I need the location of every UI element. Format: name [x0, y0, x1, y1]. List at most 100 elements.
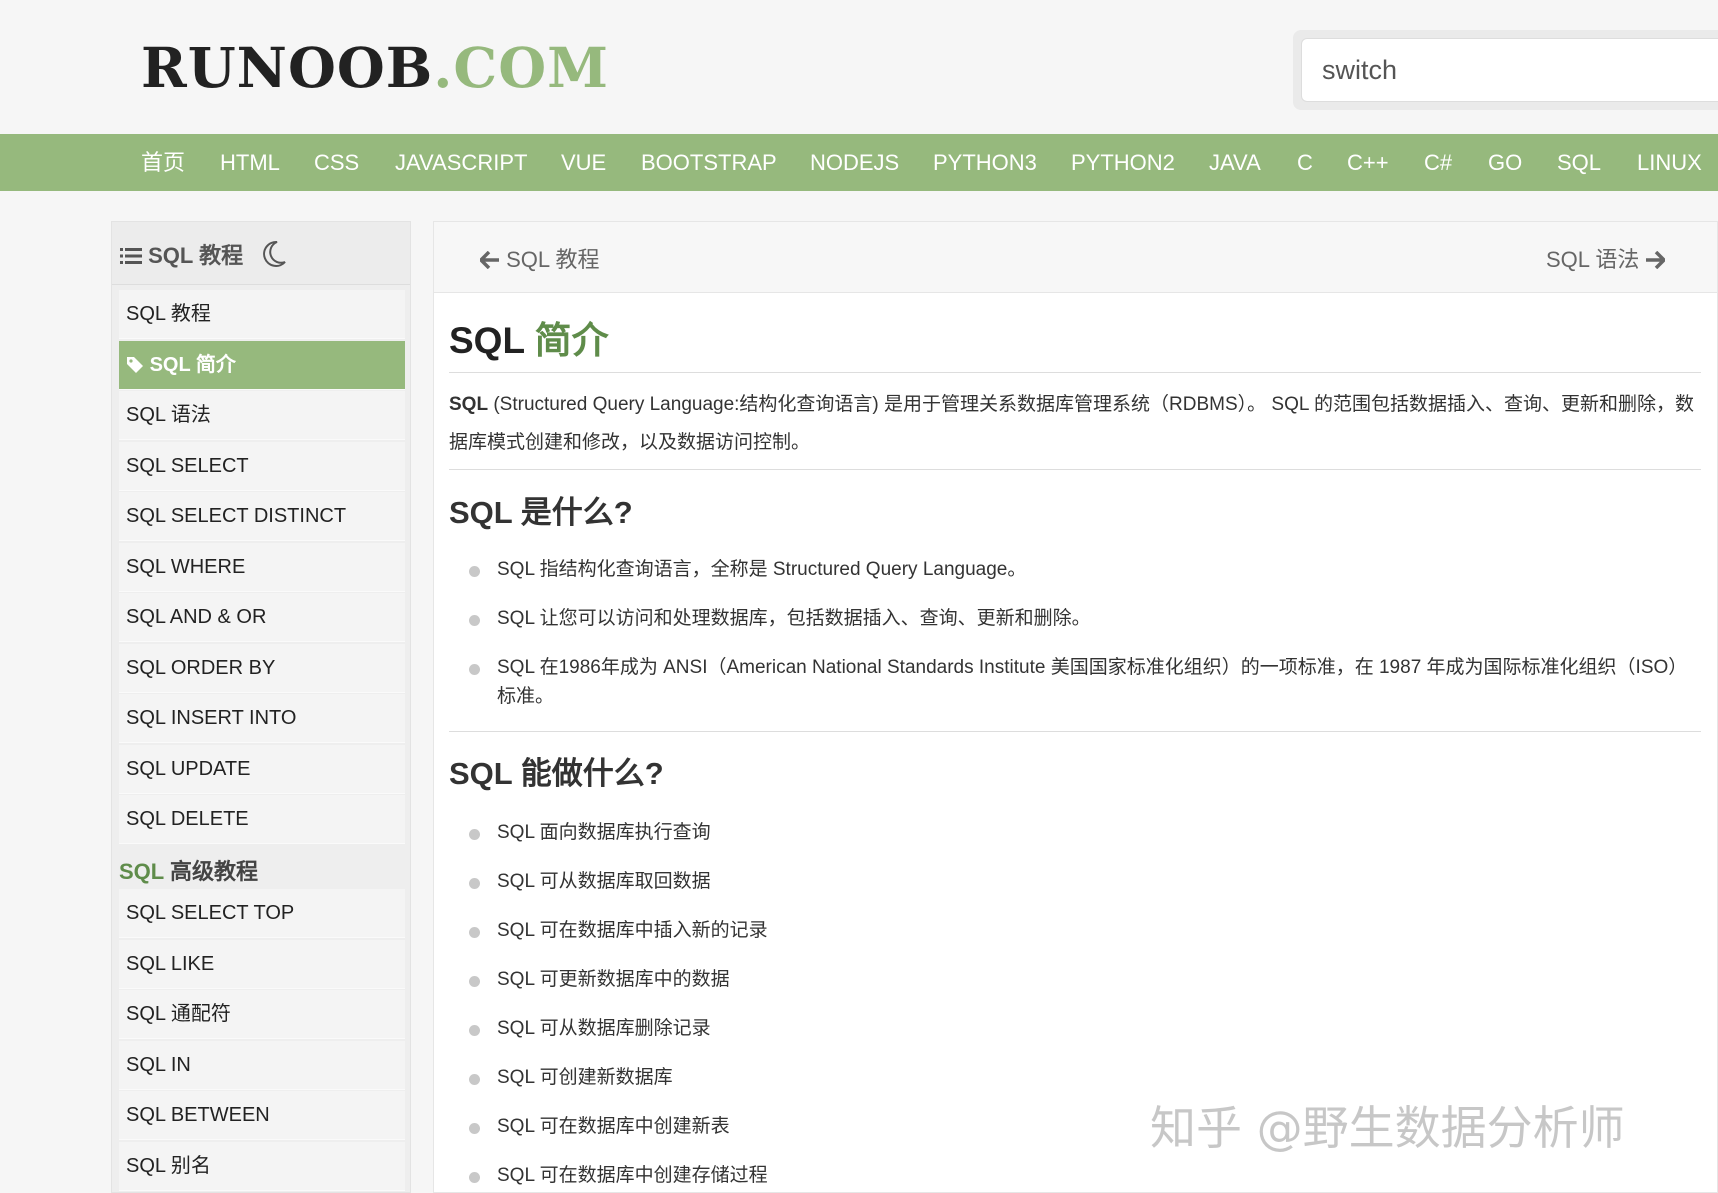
- section-heading-what: SQL 是什么?: [449, 495, 633, 530]
- search-box: [1293, 30, 1718, 110]
- list-item-text: SQL 可在数据库中插入新的记录: [497, 920, 768, 941]
- sidebar-item-sql-select[interactable]: SQL SELECT: [119, 441, 405, 491]
- intro-bold: SQL: [449, 394, 489, 415]
- nav-item-css[interactable]: CSS: [314, 134, 359, 191]
- sidebar-title: SQL 教程: [120, 238, 287, 270]
- watermark: 知乎 @野生数据分析师: [1150, 1101, 1625, 1155]
- sidebar-item-label: SQL 简介: [149, 353, 236, 376]
- logo-text: RUNOOB: [141, 35, 434, 100]
- section-title: 高级教程: [163, 859, 258, 884]
- sidebar-item-sql-syntax[interactable]: SQL 语法: [119, 391, 405, 440]
- list-item-text: SQL 可在数据库中创建存储过程: [497, 1165, 768, 1186]
- nav-item-cpp[interactable]: C++: [1347, 134, 1389, 191]
- sidebar-item-sql-like[interactable]: SQL LIKE: [119, 939, 405, 989]
- divider: [449, 731, 1701, 732]
- prev-link-label: SQL 教程: [506, 247, 600, 272]
- sidebar-item-sql-update[interactable]: SQL UPDATE: [119, 744, 405, 794]
- sidebar-item-sql-tutorial[interactable]: SQL 教程: [119, 290, 405, 339]
- site-header: RUNOOB.COM: [0, 0, 1718, 134]
- sidebar-item-sql-insert-into[interactable]: SQL INSERT INTO: [119, 694, 405, 743]
- logo-suffix: .COM: [433, 35, 609, 100]
- list-item-text: SQL 可从数据库删除记录: [497, 1018, 711, 1039]
- site-logo[interactable]: RUNOOB.COM: [141, 38, 609, 98]
- list-item: SQL 可从数据库取回数据: [469, 867, 1694, 896]
- list-item: SQL 在1986年成为 ANSI（American National Stan…: [469, 653, 1694, 711]
- sidebar-item-sql-between[interactable]: SQL BETWEEN: [119, 1091, 405, 1140]
- nav-item-csharp[interactable]: C#: [1424, 134, 1452, 191]
- nav-item-html[interactable]: HTML: [220, 134, 280, 191]
- list-item: SQL 指结构化查询语言，全称是 Structured Query Langua…: [469, 555, 1694, 584]
- page-title-highlight: 简介: [534, 320, 609, 361]
- list-item: SQL 可更新数据库中的数据: [469, 965, 1694, 994]
- list-item-text: SQL 可创建新数据库: [497, 1067, 673, 1088]
- sidebar-title-text: SQL 教程: [148, 243, 244, 268]
- sidebar-item-sql-select-top[interactable]: SQL SELECT TOP: [119, 889, 405, 938]
- search-input[interactable]: [1301, 38, 1718, 102]
- nav-item-python3[interactable]: PYTHON3: [933, 134, 1037, 191]
- top-nav: 首页 HTML CSS JAVASCRIPT VUE BOOTSTRAP NOD…: [0, 134, 1718, 191]
- list-item-text: SQL 在1986年成为 ANSI（American National Stan…: [497, 657, 1688, 707]
- prev-link[interactable]: SQL 教程: [478, 242, 600, 274]
- list-item-text: SQL 面向数据库执行查询: [497, 822, 711, 843]
- sidebar-section-advanced: SQL 高级教程: [119, 854, 258, 886]
- next-link[interactable]: SQL 语法: [1546, 242, 1667, 274]
- section-heading-capabilities: SQL 能做什么?: [449, 756, 664, 791]
- list-item-text: SQL 可更新数据库中的数据: [497, 969, 730, 990]
- list-item: SQL 可在数据库中创建存储过程: [469, 1161, 1694, 1190]
- nav-item-bootstrap[interactable]: BOOTSTRAP: [641, 134, 777, 191]
- page-title-prefix: SQL: [449, 320, 535, 361]
- divider: [449, 372, 1701, 373]
- sidebar-advanced-list: SQL SELECT TOP SQL LIKE SQL 通配符 SQL IN S…: [119, 889, 405, 1192]
- nav-item-c[interactable]: C: [1297, 134, 1313, 191]
- list-item-text: SQL 指结构化查询语言，全称是 Structured Query Langua…: [497, 559, 1027, 580]
- bullet-icon: [469, 566, 480, 577]
- sidebar-list: SQL 教程 SQL 简介 SQL 语法 SQL SELECT SQL SELE…: [119, 290, 405, 846]
- arrow-left-icon: [478, 250, 499, 270]
- nav-item-go[interactable]: GO: [1488, 134, 1522, 191]
- bullet-icon: [469, 1074, 480, 1085]
- sidebar-item-sql-and-or[interactable]: SQL AND & OR: [119, 593, 405, 642]
- bullet-icon: [469, 1123, 480, 1134]
- intro-paragraph: SQL (Structured Query Language:结构化查询语言) …: [449, 386, 1699, 462]
- sidebar-item-sql-wildcards[interactable]: SQL 通配符: [119, 990, 405, 1039]
- nav-item-home[interactable]: 首页: [141, 134, 185, 191]
- list-item: SQL 可从数据库删除记录: [469, 1014, 1694, 1043]
- divider: [449, 469, 1701, 470]
- list-icon: [120, 248, 142, 264]
- sidebar-item-sql-in[interactable]: SQL IN: [119, 1040, 405, 1090]
- list-item: SQL 可创建新数据库: [469, 1063, 1694, 1092]
- nav-item-javascript[interactable]: JAVASCRIPT: [395, 134, 527, 191]
- sidebar-item-sql-intro[interactable]: SQL 简介: [119, 340, 405, 390]
- arrow-right-icon: [1646, 250, 1667, 270]
- nav-item-nodejs[interactable]: NODEJS: [810, 134, 899, 191]
- list-item: SQL 面向数据库执行查询: [469, 818, 1694, 847]
- pager-bar: SQL 教程 SQL 语法: [434, 222, 1717, 293]
- nav-item-sql[interactable]: SQL: [1557, 134, 1601, 191]
- list-item-text: SQL 让您可以访问和处理数据库，包括数据插入、查询、更新和删除。: [497, 608, 1091, 629]
- tag-icon: [127, 356, 143, 373]
- sidebar-item-sql-order-by[interactable]: SQL ORDER BY: [119, 643, 405, 693]
- main-content: SQL 教程 SQL 语法 SQL 简介 SQL (Structured Que…: [433, 221, 1718, 1193]
- bullet-icon: [469, 1172, 480, 1183]
- bullet-icon: [469, 878, 480, 889]
- nav-item-python2[interactable]: PYTHON2: [1071, 134, 1175, 191]
- list-item: SQL 可在数据库中插入新的记录: [469, 916, 1694, 945]
- nav-item-vue[interactable]: VUE: [561, 134, 606, 191]
- next-link-label: SQL 语法: [1546, 247, 1640, 272]
- list-item: SQL 让您可以访问和处理数据库，包括数据插入、查询、更新和删除。: [469, 604, 1694, 633]
- bullet-icon: [469, 927, 480, 938]
- list-item-text: SQL 可从数据库取回数据: [497, 871, 711, 892]
- bullet-icon: [469, 976, 480, 987]
- moon-icon[interactable]: [261, 240, 287, 268]
- sidebar-item-sql-where[interactable]: SQL WHERE: [119, 542, 405, 592]
- page-title: SQL 简介: [449, 310, 609, 364]
- bullet-icon: [469, 829, 480, 840]
- bullet-icon: [469, 615, 480, 626]
- bullet-icon: [469, 664, 480, 675]
- sidebar-item-sql-select-distinct[interactable]: SQL SELECT DISTINCT: [119, 492, 405, 541]
- sidebar-item-sql-alias[interactable]: SQL 别名: [119, 1141, 405, 1191]
- nav-item-linux[interactable]: LINUX: [1637, 134, 1702, 191]
- nav-item-java[interactable]: JAVA: [1209, 134, 1261, 191]
- sidebar-header: SQL 教程: [112, 222, 410, 285]
- sidebar-item-sql-delete[interactable]: SQL DELETE: [119, 795, 405, 844]
